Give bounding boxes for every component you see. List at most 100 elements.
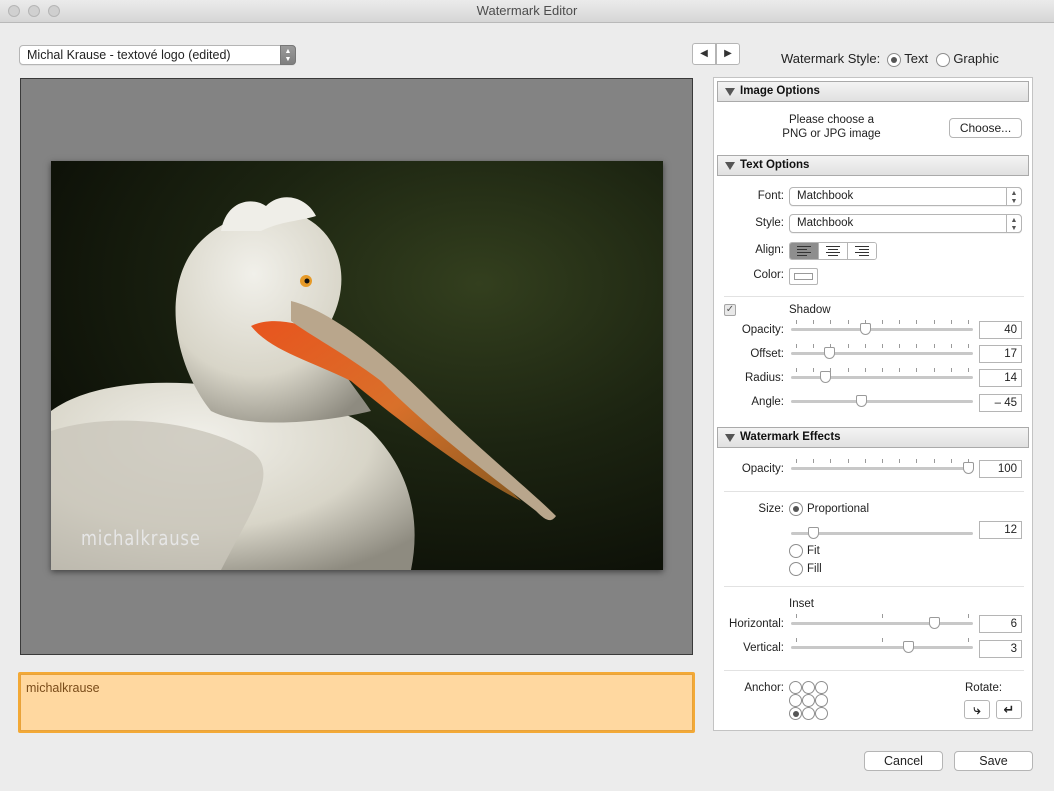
slider-tick: [882, 344, 883, 348]
shadow-radius-field[interactable]: 14: [979, 369, 1022, 387]
preset-popup-value: Michal Krause - textové logo (edited): [27, 48, 231, 62]
align-left-icon[interactable]: [790, 243, 819, 259]
inset-horizontal-label: Horizontal:: [729, 618, 784, 630]
slider-tick: [813, 459, 815, 463]
style-popup-value: Matchbook: [797, 217, 854, 229]
inset-label: Inset: [789, 598, 814, 610]
anchor-middle-right-radio[interactable]: [815, 694, 828, 707]
minimize-window-button[interactable]: [28, 5, 40, 17]
size-fit-radio[interactable]: [789, 544, 803, 558]
watermark-text-input[interactable]: [20, 674, 693, 731]
slider-tick: [830, 459, 832, 463]
slider-tick: [950, 368, 952, 372]
size-fill-label[interactable]: Fill: [807, 563, 822, 575]
slider-thumb[interactable]: [808, 527, 820, 539]
slider-tick: [882, 614, 883, 618]
next-preset-button[interactable]: ▶: [716, 43, 740, 65]
shadow-checkbox[interactable]: ✓: [724, 304, 736, 316]
anchor-top-right-radio[interactable]: [815, 681, 828, 694]
color-well[interactable]: [789, 268, 818, 285]
shadow-angle-field[interactable]: – 45: [979, 394, 1022, 412]
separator: [724, 296, 1024, 297]
watermark-style-selector: Watermark Style: Text Graphic: [781, 51, 999, 67]
choose-image-button[interactable]: Choose...: [949, 118, 1022, 138]
align-segmented-control: [789, 242, 877, 260]
watermark-effects-header[interactable]: Watermark Effects: [717, 427, 1029, 448]
inset-vertical-slider[interactable]: [791, 638, 973, 653]
shadow-angle-slider[interactable]: [791, 392, 973, 407]
size-proportional-radio[interactable]: [789, 502, 803, 516]
slider-tick: [968, 368, 969, 372]
rotate-label: Rotate:: [965, 682, 1003, 694]
slider-tick: [847, 320, 849, 324]
inset-horizontal-slider[interactable]: [791, 614, 973, 629]
rotate-clockwise-button[interactable]: ⤷: [964, 700, 990, 719]
slider-tick: [813, 368, 815, 372]
anchor-center-radio[interactable]: [802, 694, 815, 707]
shadow-radius-slider[interactable]: [791, 368, 973, 383]
slider-thumb[interactable]: [963, 462, 974, 474]
slider-tick: [796, 368, 797, 372]
window-title: Watermark Editor: [476, 3, 578, 18]
slider-tick: [899, 320, 901, 324]
size-field[interactable]: 12: [979, 521, 1022, 539]
effects-opacity-field[interactable]: 100: [979, 460, 1022, 478]
slider-thumb[interactable]: [856, 395, 868, 407]
font-popup[interactable]: Matchbook ▲ ▼: [789, 187, 1022, 206]
slider-tick: [916, 320, 918, 324]
align-center-icon[interactable]: [819, 243, 848, 259]
slider-tick: [933, 459, 935, 463]
save-button[interactable]: Save: [954, 751, 1033, 771]
slider-tick: [916, 368, 918, 372]
anchor-bottom-right-radio[interactable]: [815, 707, 828, 720]
slider-thumb[interactable]: [820, 371, 832, 383]
slider-thumb[interactable]: [928, 617, 940, 629]
align-right-icon[interactable]: [848, 243, 876, 259]
slider-tick: [847, 459, 849, 463]
cancel-button[interactable]: Cancel: [864, 751, 943, 771]
pelican-image: [51, 161, 663, 570]
shadow-offset-slider[interactable]: [791, 344, 973, 359]
image-options-header[interactable]: Image Options: [717, 81, 1029, 102]
inset-vertical-field[interactable]: 3: [979, 640, 1022, 658]
slider-thumb[interactable]: [859, 323, 871, 335]
shadow-opacity-field[interactable]: 40: [979, 321, 1022, 339]
anchor-bottom-center-radio[interactable]: [802, 707, 815, 720]
rotate-counterclockwise-button[interactable]: ↵: [996, 700, 1022, 719]
image-prompt-line1: Please choose a: [788, 114, 875, 126]
preview-photo: michalkrause: [51, 161, 663, 570]
triangle-left-icon: ◀: [700, 48, 708, 59]
anchor-bottom-left-radio[interactable]: [789, 707, 802, 720]
close-window-button[interactable]: [8, 5, 20, 17]
preset-popup[interactable]: Michal Krause - textové logo (edited) ▲ ▼: [19, 45, 296, 65]
watermark-style-label: Watermark Style:: [781, 51, 881, 66]
effects-opacity-slider[interactable]: [791, 459, 974, 474]
text-options-header[interactable]: Text Options: [717, 155, 1029, 176]
shadow-opacity-slider[interactable]: [791, 320, 973, 335]
style-text-radio[interactable]: [886, 52, 901, 67]
zoom-window-button[interactable]: [48, 5, 60, 17]
shadow-offset-field[interactable]: 17: [979, 345, 1022, 363]
anchor-top-left-radio[interactable]: [789, 681, 802, 694]
slider-tick: [813, 320, 815, 324]
size-fill-radio[interactable]: [789, 562, 803, 576]
slider-tick: [899, 459, 901, 463]
size-proportional-label[interactable]: Proportional: [807, 503, 869, 515]
size-slider[interactable]: [791, 524, 973, 539]
size-fit-label[interactable]: Fit: [807, 545, 820, 557]
image-prompt-line2: PNG or JPG image: [782, 128, 881, 140]
separator: [724, 491, 1024, 492]
previous-preset-button[interactable]: ◀: [692, 43, 716, 65]
style-popup[interactable]: Matchbook ▲ ▼: [789, 214, 1022, 233]
slider-thumb[interactable]: [902, 641, 914, 653]
slider-thumb[interactable]: [823, 347, 835, 359]
inset-horizontal-field[interactable]: 6: [979, 615, 1022, 633]
slider-tick: [916, 459, 918, 463]
shadow-radius-label: Radius:: [745, 372, 784, 384]
style-graphic-radio[interactable]: [935, 52, 950, 67]
style-text-label[interactable]: Text: [904, 51, 928, 66]
slider-tick: [968, 344, 969, 348]
anchor-middle-left-radio[interactable]: [789, 694, 802, 707]
anchor-top-center-radio[interactable]: [802, 681, 815, 694]
style-graphic-label[interactable]: Graphic: [953, 51, 999, 66]
